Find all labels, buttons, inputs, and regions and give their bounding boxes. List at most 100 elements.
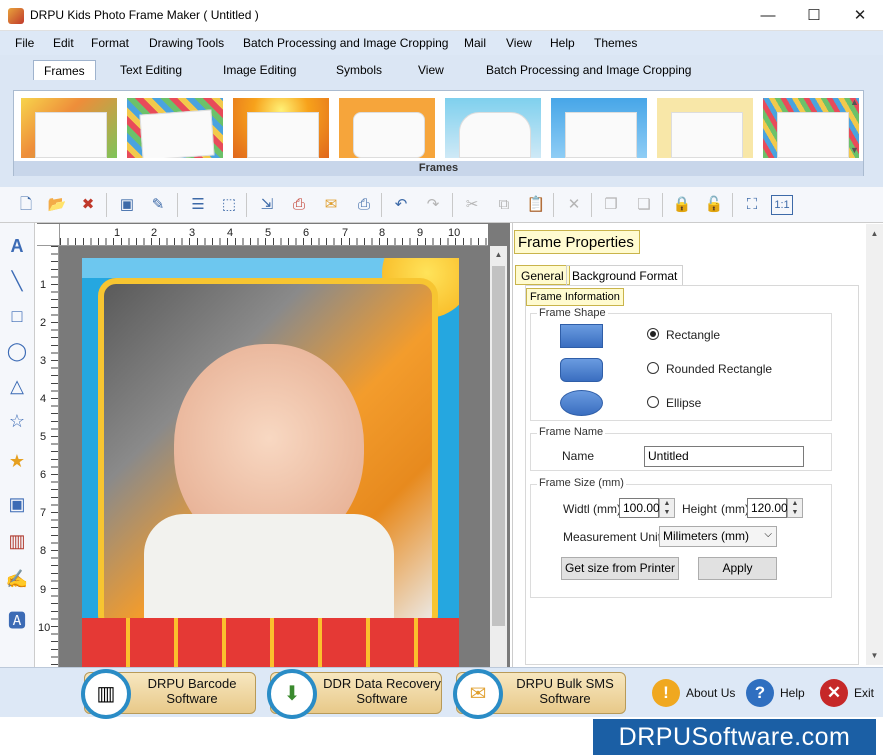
lock-icon[interactable]: 🔒 <box>670 193 694 217</box>
barcode-software-link[interactable]: ▥ DRPU Barcode Software <box>81 669 256 719</box>
bulk-sms-software-link[interactable]: ✉ DRPU Bulk SMS Software <box>453 669 626 719</box>
tab-text-editing[interactable]: Text Editing <box>110 60 192 80</box>
export-icon[interactable]: ⇲ <box>255 193 279 217</box>
fit-to-window-icon[interactable]: ⛶ <box>740 193 764 217</box>
tab-batch-processing[interactable]: Batch Processing and Image Cropping <box>476 60 701 80</box>
gallery-scroll-up[interactable]: ▲ <box>847 93 862 111</box>
signature-tool-icon[interactable]: ✍ <box>5 566 29 592</box>
kids-photo-frame[interactable] <box>82 258 459 667</box>
canvas-vertical-scrollbar[interactable]: ▲ <box>490 246 507 667</box>
actual-size-icon[interactable]: 1:1 <box>771 195 793 215</box>
menu-file[interactable]: File <box>15 36 34 50</box>
tab-general[interactable]: General <box>515 265 570 285</box>
frame-thumbnail[interactable] <box>127 98 223 158</box>
menu-batch-processing[interactable]: Batch Processing and Image Cropping <box>243 36 448 50</box>
rectangle-tool-icon[interactable]: □ <box>5 303 29 329</box>
delete-icon[interactable]: ✕ <box>562 193 586 217</box>
copy-icon[interactable]: ⧉ <box>492 193 516 217</box>
minimize-button[interactable]: — <box>745 0 791 31</box>
frame-thumbnail[interactable] <box>551 98 647 158</box>
photo-window[interactable] <box>98 278 438 633</box>
toolbar-separator <box>732 193 733 217</box>
close-file-icon[interactable]: ✖ <box>76 193 100 217</box>
ellipse-shape-icon[interactable] <box>560 390 603 416</box>
redo-icon[interactable]: ↷ <box>421 193 445 217</box>
scroll-up-icon[interactable]: ▲ <box>866 226 883 242</box>
frame-thumbnail[interactable] <box>21 98 117 158</box>
help-button[interactable]: ? Help <box>746 674 808 712</box>
scroll-up-icon[interactable]: ▲ <box>490 246 507 264</box>
menu-mail[interactable]: Mail <box>464 36 486 50</box>
triangle-tool-icon[interactable]: △ <box>5 373 29 399</box>
pdf-icon[interactable]: ⎙ <box>287 193 311 217</box>
close-button[interactable]: ✕ <box>837 0 883 31</box>
scrollbar-thumb[interactable] <box>492 266 505 626</box>
tab-image-editing[interactable]: Image Editing <box>213 60 306 80</box>
scroll-down-icon[interactable]: ▼ <box>866 648 883 664</box>
radio-ellipse[interactable] <box>647 396 659 408</box>
bring-front-icon[interactable]: ❐ <box>599 193 623 217</box>
properties-scrollbar[interactable]: ▲ ▼ <box>866 224 883 665</box>
library-tool-icon[interactable]: ▥ <box>5 528 29 554</box>
cut-icon[interactable]: ✂ <box>460 193 484 217</box>
maximize-button[interactable]: ☐ <box>791 0 837 31</box>
app-icon <box>8 8 24 24</box>
unlock-icon[interactable]: 🔓 <box>702 193 726 217</box>
tab-view[interactable]: View <box>408 60 454 80</box>
frame-thumbnail[interactable] <box>339 98 435 158</box>
send-back-icon[interactable]: ❏ <box>632 193 656 217</box>
chevron-down-icon: ⌵ <box>764 529 772 540</box>
undo-icon[interactable]: ↶ <box>389 193 413 217</box>
radio-rounded-rectangle[interactable] <box>647 362 659 374</box>
tab-symbols[interactable]: Symbols <box>326 60 392 80</box>
frame-thumbnail[interactable] <box>233 98 329 158</box>
line-tool-icon[interactable]: ╲ <box>5 268 29 294</box>
fit-page-icon[interactable]: ⬚ <box>217 193 241 217</box>
measurement-unit-select[interactable]: Milimeters (mm) ⌵ <box>659 526 777 547</box>
frame-thumbnail[interactable] <box>763 98 859 158</box>
print-icon[interactable]: ⎙ <box>352 193 376 217</box>
exit-button[interactable]: ✕ Exit <box>820 674 876 712</box>
rectangle-shape-icon[interactable] <box>560 324 603 348</box>
star-tool-icon[interactable]: ☆ <box>5 408 29 434</box>
text-box-tool-icon[interactable]: 🅰 <box>5 608 29 634</box>
mail-icon[interactable]: ✉ <box>319 193 343 217</box>
get-size-from-printer-button[interactable]: Get size from Printer <box>561 557 679 580</box>
width-stepper[interactable]: ▲ ▼ <box>659 498 675 518</box>
ellipse-tool-icon[interactable]: ◯ <box>5 338 29 364</box>
menu-themes[interactable]: Themes <box>594 36 637 50</box>
ruler-label: 4 <box>40 393 47 405</box>
apply-button[interactable]: Apply <box>698 557 777 580</box>
menu-drawing-tools[interactable]: Drawing Tools <box>149 36 224 50</box>
properties-icon[interactable]: ☰ <box>186 193 210 217</box>
gallery-scroll-down[interactable]: ▼ <box>847 141 862 159</box>
radio-rectangle[interactable] <box>647 328 659 340</box>
width-input[interactable]: 100.00 <box>619 498 660 518</box>
open-folder-icon[interactable]: 📂 <box>45 193 69 217</box>
symbol-tool-icon[interactable]: ★ <box>5 448 29 474</box>
new-file-icon[interactable]: 🗋 <box>14 193 38 217</box>
ruler-label: 9 <box>40 584 47 596</box>
data-recovery-software-link[interactable]: ⬇ DDR Data Recovery Software <box>267 669 442 719</box>
title-bar: DRPU Kids Photo Frame Maker ( Untitled )… <box>0 0 883 31</box>
menu-format[interactable]: Format <box>91 36 129 50</box>
toolbar-separator <box>553 193 554 217</box>
save-icon[interactable]: ▣ <box>115 193 139 217</box>
about-us-button[interactable]: ! About Us <box>652 674 738 712</box>
menu-edit[interactable]: Edit <box>53 36 74 50</box>
height-stepper[interactable]: ▲ ▼ <box>787 498 803 518</box>
paste-icon[interactable]: 📋 <box>524 193 548 217</box>
menu-help[interactable]: Help <box>550 36 575 50</box>
frame-thumbnail[interactable] <box>445 98 541 158</box>
tab-background-format[interactable]: Background Format <box>566 265 684 285</box>
rounded-rectangle-shape-icon[interactable] <box>560 358 603 382</box>
tab-frames[interactable]: Frames <box>33 60 96 80</box>
vertical-ruler: 1 2 3 4 5 6 7 8 9 10 <box>37 246 59 667</box>
text-tool-icon[interactable]: A <box>5 233 29 259</box>
frame-thumbnail[interactable] <box>657 98 753 158</box>
menu-view[interactable]: View <box>506 36 532 50</box>
image-tool-icon[interactable]: ▣ <box>5 491 29 517</box>
save-as-icon[interactable]: ✎ <box>146 193 170 217</box>
height-input[interactable]: 120.00 <box>747 498 788 518</box>
frame-name-input[interactable]: Untitled <box>644 446 804 467</box>
